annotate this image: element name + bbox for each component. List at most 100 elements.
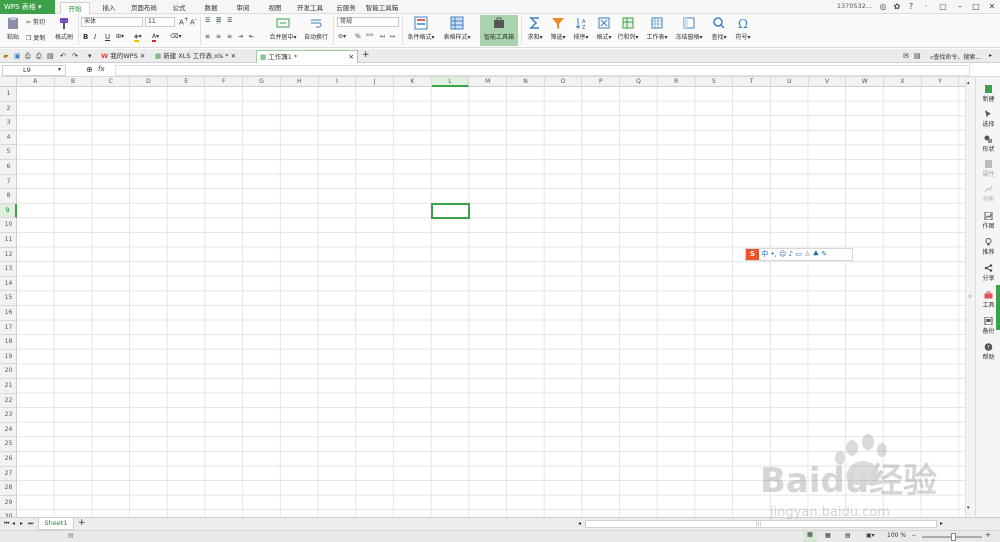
close-tab-icon[interactable]: ✕ — [140, 52, 145, 60]
column-header[interactable]: G — [243, 77, 281, 87]
sogou-logo-icon[interactable]: S — [746, 249, 759, 260]
restore-icon[interactable]: ▢ — [937, 1, 949, 13]
doc-tab-workbook1[interactable]: ▦ 工作簿1 * ✕ — [256, 50, 358, 63]
column-header[interactable]: P — [583, 77, 621, 87]
thousands-button[interactable]: ⁰⁰⁰ — [366, 33, 373, 40]
cut-button[interactable]: ✂ 剪切 — [26, 17, 45, 26]
doc-tab-my-wps[interactable]: W 我的WPS ✕ — [98, 50, 150, 63]
horizontal-scrollbar[interactable]: ||| — [585, 520, 937, 528]
sidebar-item-share[interactable]: 分享 — [976, 264, 1000, 282]
undo-icon[interactable]: ↶ — [60, 52, 66, 60]
column-header[interactable]: I — [319, 77, 357, 87]
user-icon[interactable]: ♙ — [804, 250, 810, 258]
first-sheet-icon[interactable]: ⏮ — [4, 520, 9, 528]
column-header[interactable]: A — [17, 77, 55, 87]
find-button[interactable]: 查找▾ — [708, 16, 730, 41]
copy-button[interactable]: ❐ 复制 — [26, 33, 45, 42]
column-header[interactable]: B — [55, 77, 93, 87]
scroll-thumb[interactable]: ≡ — [968, 294, 973, 302]
sidebar-item-select[interactable]: 选择 — [976, 110, 1000, 128]
row-header[interactable]: 17 — [0, 321, 17, 336]
export-icon[interactable]: ▤ — [47, 52, 54, 60]
next-sheet-icon[interactable]: ▸ — [20, 520, 23, 527]
tab-page-layout[interactable]: 页面布局 — [128, 2, 160, 14]
align-right-button[interactable]: ≡ — [227, 33, 232, 40]
align-left-button[interactable]: ≡ — [205, 33, 210, 40]
settings-icon[interactable]: ✿ — [891, 1, 903, 13]
sidebar-item-chart[interactable]: 作图 — [976, 212, 1000, 230]
punctuation-icon[interactable]: •, — [770, 250, 776, 258]
zoom-level[interactable]: 100 % — [887, 532, 906, 539]
hscroll-right-icon[interactable]: ▸ — [940, 520, 943, 527]
align-bottom-button[interactable]: ☰ — [227, 17, 232, 24]
font-grow-button[interactable]: A+ — [179, 17, 189, 26]
row-header[interactable]: 13 — [0, 262, 17, 277]
column-header[interactable]: Y — [922, 77, 960, 87]
font-shrink-button[interactable]: A- — [190, 17, 197, 26]
row-header[interactable]: 24 — [0, 423, 17, 438]
column-header[interactable]: Q — [620, 77, 658, 87]
italic-button[interactable]: I — [94, 33, 96, 41]
smart-toolbox-button[interactable]: 智能工具箱 — [480, 15, 518, 46]
worksheet-button[interactable]: 工作表▾ — [644, 16, 670, 41]
column-header[interactable]: L — [431, 77, 470, 87]
bold-button[interactable]: B — [83, 33, 88, 41]
sum-button[interactable]: 求和▾ — [524, 16, 546, 41]
tab-cloud[interactable]: 云服务 — [332, 2, 360, 14]
row-header[interactable]: 9 — [0, 203, 17, 219]
align-center-button[interactable]: ≡ — [216, 33, 221, 40]
format-button[interactable]: 格式▾ — [593, 16, 615, 41]
column-header[interactable]: T — [733, 77, 771, 87]
reading-mode-button[interactable]: ▣▾ — [866, 532, 875, 539]
column-header[interactable]: K — [394, 77, 432, 87]
rows-columns-button[interactable]: 行和列▾ — [616, 16, 640, 41]
sheet-tab-sheet1[interactable]: Sheet1 — [38, 518, 74, 530]
paste-button[interactable]: 粘贴 — [4, 16, 22, 41]
sidebar-item-new[interactable]: 新建 — [976, 85, 1000, 103]
column-header[interactable]: D — [130, 77, 168, 87]
row-header[interactable]: 23 — [0, 408, 17, 423]
row-header[interactable]: 5 — [0, 145, 17, 160]
tab-review[interactable]: 审阅 — [230, 2, 256, 14]
name-box-dropdown-icon[interactable]: ▾ — [58, 66, 61, 73]
tab-smart-toolbox[interactable]: 智能工具箱 — [364, 2, 400, 14]
merge-center-button[interactable]: 合并居中▾ — [266, 16, 300, 41]
row-header[interactable]: 16 — [0, 306, 17, 321]
symbol-button[interactable]: Ω 符号▾ — [732, 16, 754, 41]
column-header[interactable]: J — [356, 77, 394, 87]
doc-tab-new-xls[interactable]: ▦ 新建 XLS 工作表.xls * ✕ — [152, 50, 254, 63]
help-icon[interactable]: ? — [905, 1, 917, 13]
sidebar-item-help[interactable]: ? 帮助 — [976, 343, 1000, 361]
row-header[interactable]: 1 — [0, 87, 17, 102]
column-header[interactable]: H — [281, 77, 319, 87]
tab-insert[interactable]: 插入 — [96, 2, 122, 14]
selected-cell[interactable] — [430, 202, 471, 220]
font-color-button[interactable]: A▾ — [152, 33, 159, 42]
row-header[interactable]: 26 — [0, 452, 17, 467]
row-header[interactable]: 28 — [0, 481, 17, 496]
column-header[interactable]: E — [168, 77, 206, 87]
font-size-select[interactable]: 11 — [145, 17, 175, 27]
column-header[interactable]: R — [658, 77, 696, 87]
account-label[interactable]: 1370532... — [837, 2, 872, 10]
page-break-view-button[interactable]: ▦ — [825, 532, 831, 539]
sidebar-item-properties[interactable]: 属性 — [976, 160, 1000, 178]
close-icon[interactable]: ✕ — [986, 1, 998, 13]
quick-access-dropdown-icon[interactable]: ▾ — [88, 52, 92, 60]
outdent-button[interactable]: ⇤ — [249, 33, 254, 40]
name-box[interactable]: L9 — [2, 65, 66, 76]
zoom-slider-thumb[interactable] — [951, 533, 956, 541]
print-icon[interactable]: ⎙ — [36, 52, 42, 61]
open-folder-icon[interactable]: ▰ — [3, 52, 8, 60]
column-header[interactable]: C — [92, 77, 131, 87]
search-scroll-arrow-icon[interactable]: ▸ — [989, 52, 992, 59]
new-tab-button[interactable]: + — [362, 50, 370, 60]
close-tab-icon[interactable]: ✕ — [231, 52, 236, 60]
row-header[interactable]: 18 — [0, 335, 17, 350]
row-header[interactable]: 12 — [0, 248, 17, 263]
skin-icon[interactable]: ◎ — [877, 1, 889, 13]
zoom-icon[interactable]: ⊕ — [86, 65, 93, 74]
font-name-select[interactable]: 宋体 — [81, 17, 143, 27]
row-header[interactable]: 7 — [0, 175, 17, 190]
column-header[interactable]: M — [469, 77, 508, 87]
